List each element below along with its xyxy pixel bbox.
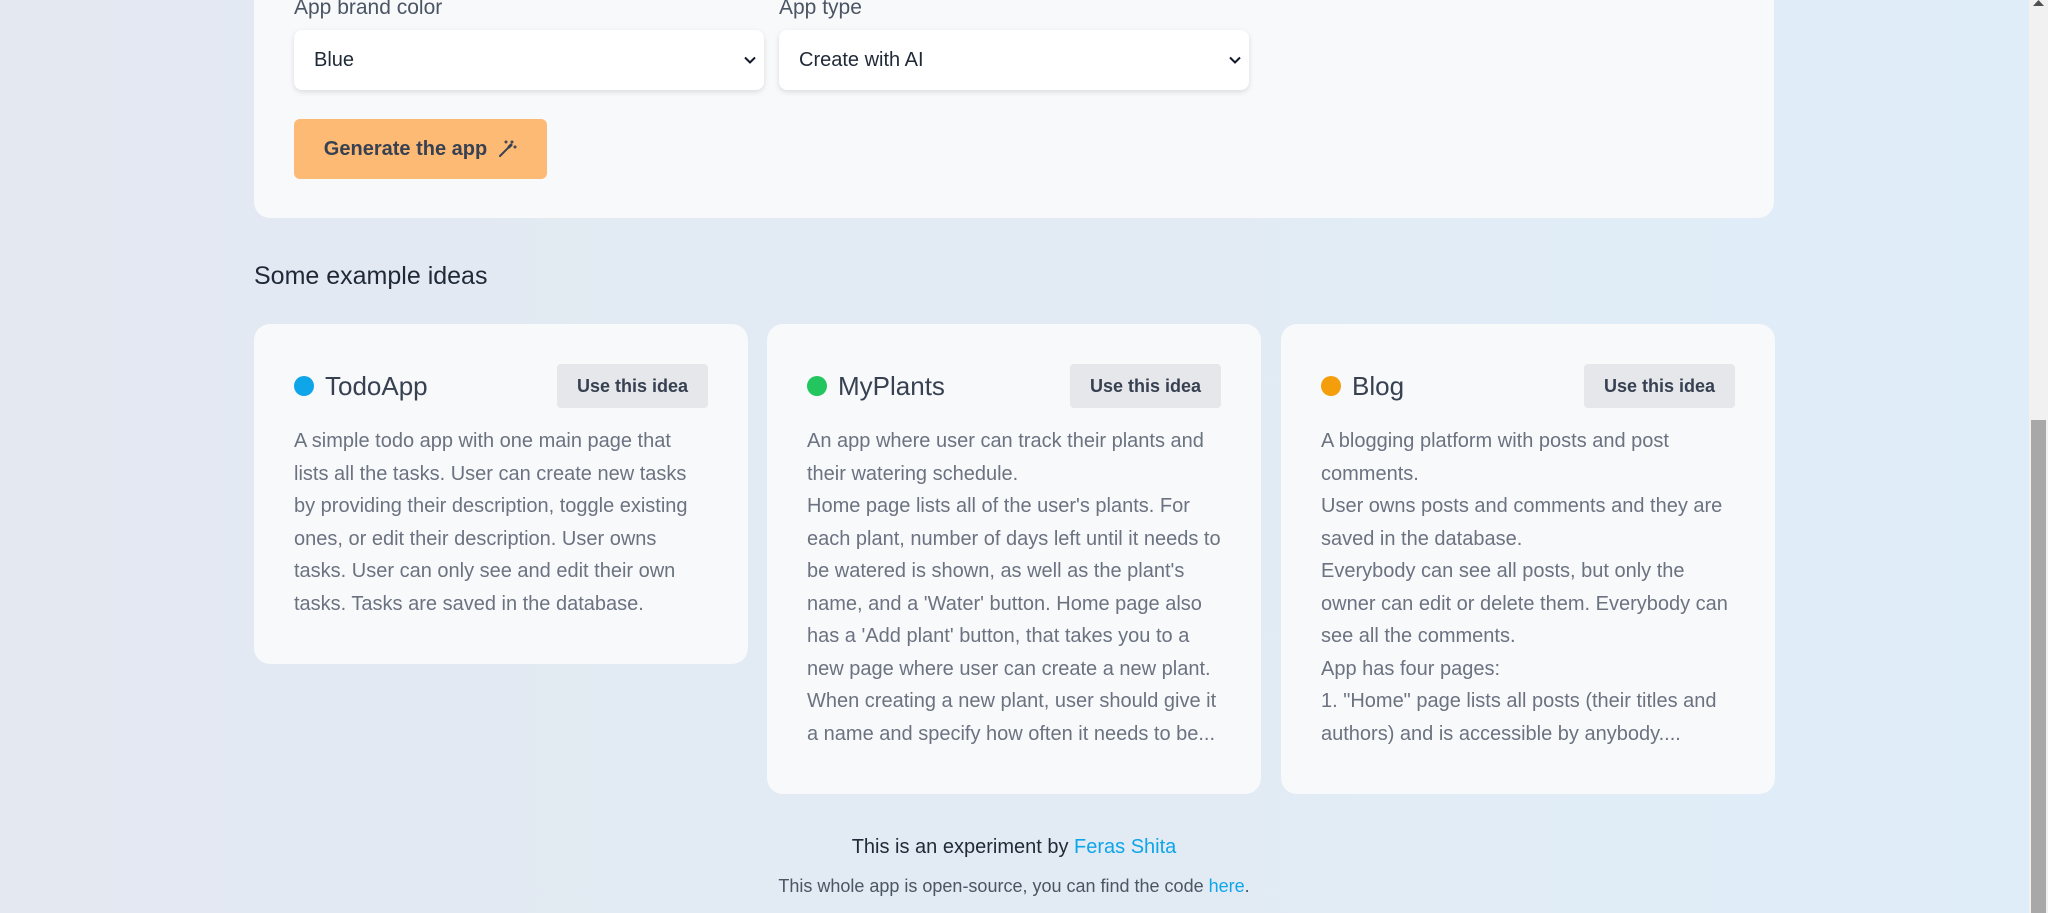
idea-description: An app where user can track their plants… <box>807 430 1221 745</box>
generate-app-button[interactable]: Generate the app <box>294 119 547 179</box>
examples-title: Some example ideas <box>254 262 488 290</box>
footer-period: . <box>1244 876 1250 896</box>
code-link[interactable]: here <box>1209 876 1245 896</box>
app-type-value: Create with AI <box>799 48 924 71</box>
idea-name: MyPlants <box>838 370 945 401</box>
scrollbar-thumb[interactable] <box>2031 420 2046 913</box>
idea-description: A simple todo app with one main page tha… <box>294 430 694 615</box>
brand-color-value: Blue <box>314 48 355 71</box>
footer-credit-text: This is an experiment by <box>851 836 1069 858</box>
footer-opensource: This whole app is open-source, you can f… <box>254 876 1774 897</box>
idea-card-todoapp: TodoApp Use this idea A simple todo app … <box>254 324 748 664</box>
author-link[interactable]: Feras Shita <box>1074 836 1176 858</box>
use-idea-button[interactable]: Use this idea <box>1583 364 1735 408</box>
idea-card-myplants: MyPlants Use this idea An app where user… <box>767 324 1261 794</box>
app-form-card: App brand color Blue App type Create wit… <box>254 0 1774 218</box>
color-dot-icon <box>294 376 314 396</box>
use-idea-button[interactable]: Use this idea <box>556 364 708 408</box>
app-type-select[interactable]: Create with AI <box>779 30 1249 90</box>
color-dot-icon <box>1321 376 1341 396</box>
use-idea-button[interactable]: Use this idea <box>1069 364 1221 408</box>
color-dot-icon <box>807 376 827 396</box>
magic-wand-icon <box>499 140 517 157</box>
generate-app-label: Generate the app <box>323 137 488 160</box>
footer-opensource-text: This whole app is open-source, you can f… <box>778 876 1204 896</box>
footer-credit: This is an experiment by Feras Shita <box>254 836 1774 859</box>
scroll-up-arrow-icon[interactable] <box>2033 0 2044 6</box>
idea-name: TodoApp <box>325 370 428 401</box>
idea-header: Blog Use this idea <box>1321 364 1735 408</box>
idea-name: Blog <box>1352 370 1405 401</box>
brand-color-select[interactable]: Blue <box>294 30 764 90</box>
idea-card-blog: Blog Use this idea A blogging platform w… <box>1281 324 1775 794</box>
idea-header: MyPlants Use this idea <box>807 364 1221 408</box>
page-scrollbar[interactable] <box>2029 0 2048 913</box>
chevron-down-icon <box>1229 56 1241 64</box>
brand-color-label: App brand color <box>294 0 443 19</box>
app-type-label: App type <box>779 0 862 19</box>
idea-description: A blogging platform with posts and post … <box>1321 430 1728 745</box>
chevron-down-icon <box>744 56 756 64</box>
idea-header: TodoApp Use this idea <box>294 364 708 408</box>
